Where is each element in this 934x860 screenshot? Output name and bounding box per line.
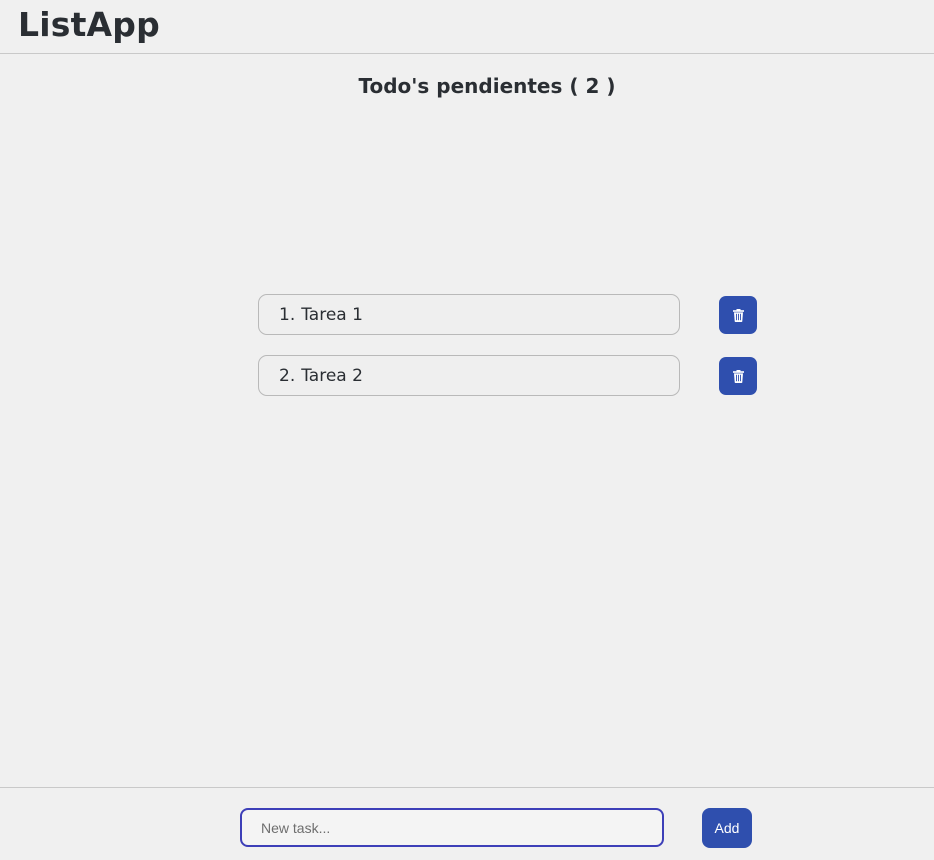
trash-icon — [732, 369, 744, 383]
list-item: 1. Tarea 1 — [258, 294, 758, 335]
trash-icon — [732, 308, 744, 322]
page-title: Todo's pendientes ( 2 ) — [358, 74, 616, 98]
todo-item-number: 2. — [279, 365, 296, 386]
app-title: ListApp — [18, 5, 160, 44]
todo-item-label: Tarea 1 — [301, 304, 363, 325]
todo-item-field[interactable]: 2. Tarea 2 — [258, 355, 680, 396]
todo-item-field[interactable]: 1. Tarea 1 — [258, 294, 680, 335]
delete-button[interactable] — [719, 357, 757, 395]
footer: Add — [0, 787, 934, 860]
todo-item-number: 1. — [279, 304, 296, 325]
list-item: 2. Tarea 2 — [258, 355, 758, 396]
todo-list: 1. Tarea 1 2. Tarea 2 — [258, 294, 758, 416]
delete-button[interactable] — [719, 296, 757, 334]
add-button[interactable]: Add — [702, 808, 752, 848]
app-header: ListApp — [0, 0, 934, 54]
new-task-input[interactable] — [240, 808, 664, 847]
todo-item-label: Tarea 2 — [301, 365, 363, 386]
